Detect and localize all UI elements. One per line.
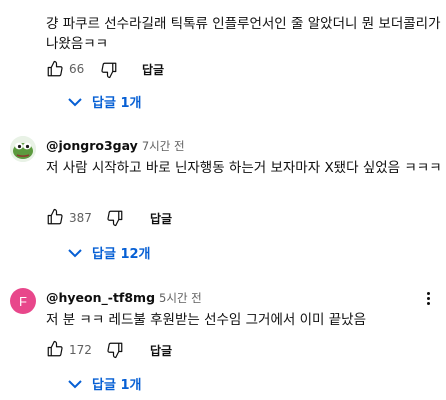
chevron-down-icon <box>68 379 82 389</box>
comment-text: 저 분 ㅋㅋ 레드불 후원받는 선수임 그거에서 이미 끝났음 <box>46 312 366 328</box>
thumbs-down-icon[interactable] <box>106 341 124 359</box>
comment-text-line2: 나왔음ㅋㅋ <box>46 36 109 52</box>
author-name[interactable]: @hyeon_-tf8mg <box>46 290 155 305</box>
replies-count-label: 답글 1개 <box>92 96 142 111</box>
author-name[interactable]: @jongro3gay <box>46 138 138 153</box>
thumbs-up-icon[interactable] <box>46 60 64 78</box>
reply-button[interactable]: 답글 <box>142 61 164 78</box>
comment-text: 저 사람 시작하고 바로 닌자행동 하는거 보자마자 X됐다 싶었음 ㅋㅋㅋ <box>46 160 442 176</box>
comment-thread-3: F @hyeon_-tf8mg 5시간 전 저 분 ㅋㅋ 레드불 후원받는 선수임… <box>0 282 446 400</box>
reply-button[interactable]: 답글 <box>150 210 172 227</box>
comment-time[interactable]: 7시간 전 <box>142 139 185 153</box>
comment-time[interactable]: 5시간 전 <box>159 291 202 305</box>
chevron-down-icon <box>68 248 82 258</box>
comment-author-line: @hyeon_-tf8mg 5시간 전 <box>46 290 202 306</box>
avatar-letter: F <box>19 293 27 309</box>
view-replies-button[interactable]: 답글 12개 <box>68 243 151 262</box>
pepe-avatar-icon <box>10 136 36 162</box>
comment-text-line1: 걍 파쿠르 선수라길래 틱톡류 인플루언서인 줄 알았더니 뭔 보더콜리가 <box>46 16 441 32</box>
thumbs-down-icon[interactable] <box>100 61 118 79</box>
like-count: 66 <box>69 62 85 76</box>
comment-author-line: @jongro3gay 7시간 전 <box>46 138 185 154</box>
thumbs-up-icon[interactable] <box>46 208 64 226</box>
replies-count-label: 답글 1개 <box>92 378 142 393</box>
avatar[interactable]: F <box>10 288 36 314</box>
like-count: 387 <box>69 211 92 225</box>
chevron-down-icon <box>68 97 82 107</box>
comment-thread-2: @jongro3gay 7시간 전 저 사람 시작하고 바로 닌자행동 하는거 보… <box>0 130 446 270</box>
view-replies-button[interactable]: 답글 1개 <box>68 374 141 393</box>
avatar[interactable] <box>10 136 36 162</box>
thumbs-down-icon[interactable] <box>106 209 124 227</box>
comment-thread-1: 걍 파쿠르 선수라길래 틱톡류 인플루언서인 줄 알았더니 뭔 보더콜리가 나왔… <box>0 0 446 116</box>
view-replies-button[interactable]: 답글 1개 <box>68 92 141 111</box>
like-count: 172 <box>69 343 92 357</box>
reply-button[interactable]: 답글 <box>150 342 172 359</box>
comment-header-partial <box>46 0 166 2</box>
replies-count-label: 답글 12개 <box>92 247 151 262</box>
more-vert-icon[interactable] <box>427 290 431 307</box>
thumbs-up-icon[interactable] <box>46 340 64 358</box>
